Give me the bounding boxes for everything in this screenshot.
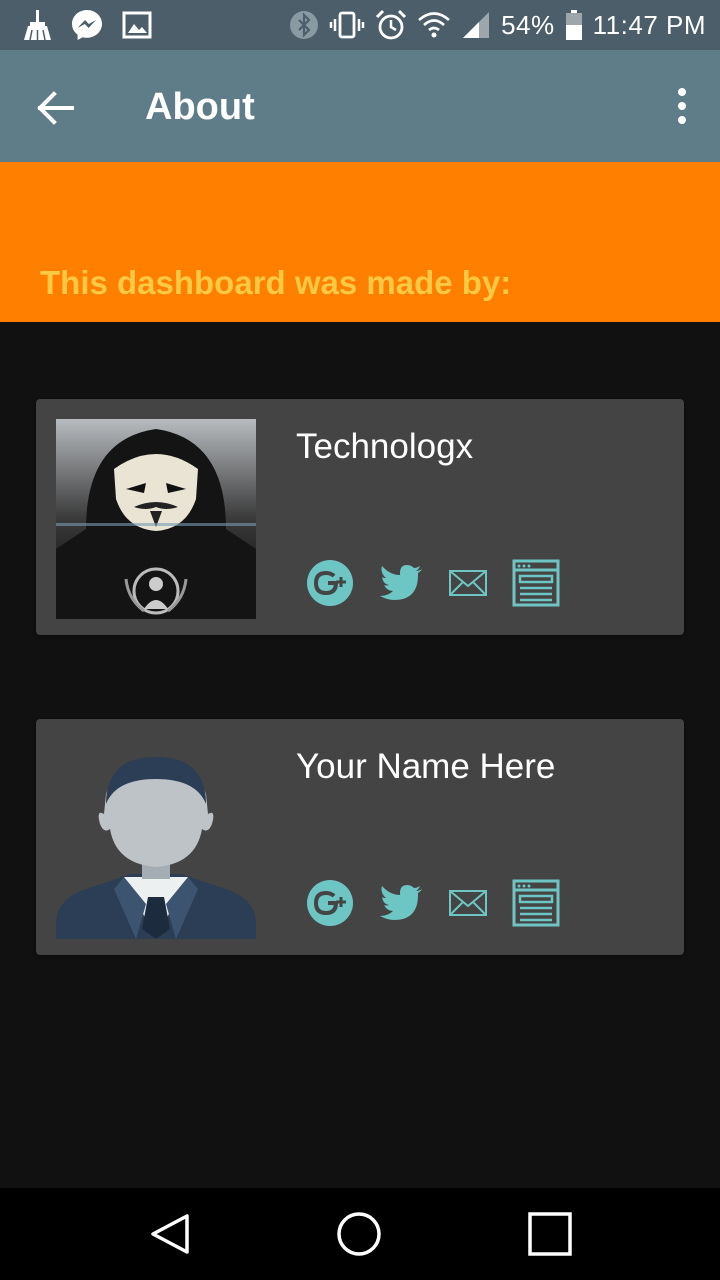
gallery-icon (122, 11, 152, 39)
website-icon[interactable] (512, 879, 560, 927)
default-person-avatar (56, 757, 256, 939)
wifi-icon (418, 12, 450, 38)
banner-text: This dashboard was made by: (40, 264, 512, 301)
email-icon[interactable] (448, 567, 488, 599)
status-bar: 54% 11:47 PM (0, 0, 720, 50)
nav-recents-icon[interactable] (526, 1210, 574, 1258)
developer-card: Technologx (36, 399, 684, 635)
clock: 11:47 PM (592, 9, 706, 40)
developer-name: Your Name Here (296, 747, 556, 786)
messenger-icon (72, 10, 102, 40)
system-status: 54% 11:47 PM (289, 8, 706, 42)
twitter-icon[interactable] (378, 883, 424, 923)
website-icon[interactable] (512, 559, 560, 607)
email-icon[interactable] (448, 887, 488, 919)
alarm-icon (376, 9, 407, 40)
anonymous-hacker-avatar (56, 419, 256, 619)
cleaner-icon (24, 10, 51, 41)
battery-percent: 54% (501, 9, 555, 40)
developer-card: Your Name Here (36, 719, 684, 955)
battery-icon (565, 10, 582, 40)
system-nav-bar (0, 1188, 720, 1280)
vibrate-icon (329, 11, 365, 39)
signal-icon (463, 12, 490, 38)
nav-home-icon[interactable] (335, 1210, 383, 1258)
bluetooth-icon (290, 11, 319, 39)
notification-icons (20, 8, 154, 42)
app-toolbar: About (0, 50, 720, 162)
more-vert-icon[interactable] (670, 86, 694, 126)
nav-back-icon[interactable] (147, 1210, 195, 1258)
google-plus-icon[interactable] (306, 879, 354, 927)
social-links (306, 559, 584, 607)
arrow-back-icon[interactable] (30, 82, 82, 134)
header-banner: This dashboard was made by: (0, 162, 720, 322)
google-plus-icon[interactable] (306, 559, 354, 607)
page-title: About (145, 86, 255, 128)
twitter-icon[interactable] (378, 563, 424, 603)
social-links (306, 879, 584, 927)
developer-name: Technologx (296, 427, 474, 466)
